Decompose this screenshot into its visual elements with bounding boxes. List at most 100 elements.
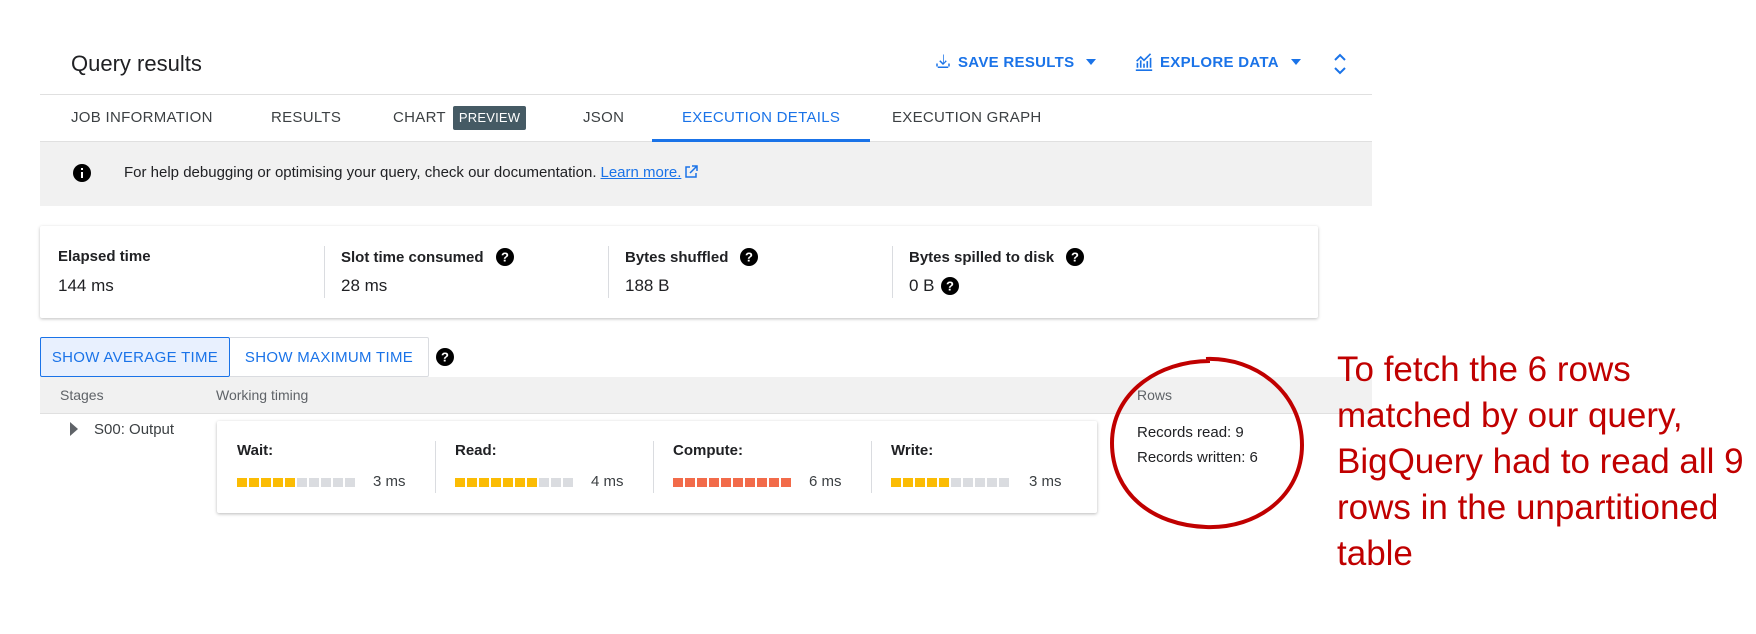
timing-bar-segment <box>345 478 355 487</box>
timing-bar-segment <box>515 478 525 487</box>
help-icon[interactable]: ? <box>940 277 959 295</box>
help-icon[interactable]: ? <box>740 248 759 266</box>
timing-bar-segment <box>733 478 743 487</box>
timing-bar-segment <box>903 478 913 487</box>
timing-bar-segment <box>673 478 683 487</box>
timing-bar-segment <box>249 478 259 487</box>
show-maximum-time-button[interactable]: SHOW MAXIMUM TIME <box>230 337 429 377</box>
stat-value: 144 ms <box>58 276 114 296</box>
tab-execution-graph[interactable]: EXECUTION GRAPH <box>892 95 1042 141</box>
timing-bar-segment <box>237 478 247 487</box>
timing-bar-segment <box>467 478 477 487</box>
execution-stats-card: Elapsed time 144 ms Slot time consumed ?… <box>40 226 1318 318</box>
tab-label: RESULTS <box>271 109 342 126</box>
timing-bar-segment <box>527 478 537 487</box>
timing-bar <box>237 478 355 487</box>
tab-results[interactable]: RESULTS <box>271 95 341 141</box>
help-icon[interactable]: ? <box>495 248 514 266</box>
help-icon[interactable]: ? <box>1066 248 1085 266</box>
column-header-stages: Stages <box>60 387 104 403</box>
timing-value: 6 ms <box>809 473 842 490</box>
svg-text:?: ? <box>1071 250 1079 265</box>
tab-json[interactable]: JSON <box>583 95 624 141</box>
timing-bar-segment <box>891 478 901 487</box>
timing-bar-segment <box>963 478 973 487</box>
annotation-circle <box>1109 356 1305 530</box>
stat-label-text: Bytes spilled to disk <box>909 248 1055 266</box>
stat-label: Elapsed time <box>58 248 151 265</box>
results-header: Query results SAVE RESULTS EXPLORE DATA <box>40 40 1372 94</box>
timing-bar-segment <box>273 478 283 487</box>
info-banner: For help debugging or optimising your qu… <box>40 142 1372 206</box>
timing-value: 3 ms <box>1029 473 1062 490</box>
timing-bar-segment <box>709 478 719 487</box>
tab-label: JOB INFORMATION <box>71 109 213 126</box>
timing-bar-segment <box>951 478 961 487</box>
timing-label: Wait: <box>237 442 274 459</box>
timing-bar-segment <box>975 478 985 487</box>
info-icon <box>73 164 91 182</box>
svg-text:?: ? <box>501 250 509 265</box>
help-icon[interactable]: ? <box>436 348 454 366</box>
timing-bar-segment <box>309 478 319 487</box>
timing-bar <box>455 478 573 487</box>
save-results-label: SAVE RESULTS <box>958 53 1075 71</box>
timing-bar-segment <box>915 478 925 487</box>
column-header-working-timing: Working timing <box>216 387 309 403</box>
download-icon <box>936 54 950 68</box>
timing-bar-segment <box>721 478 731 487</box>
stat-value-text: 144 ms <box>58 276 114 295</box>
timing-bar-segment <box>927 478 937 487</box>
stage-name: S00: Output <box>94 421 175 438</box>
timing-bar-segment <box>455 478 465 487</box>
expand-stage-icon[interactable] <box>70 422 78 436</box>
stat-label-text: Bytes shuffled <box>625 248 729 266</box>
tab-job-information[interactable]: JOB INFORMATION <box>71 95 213 141</box>
timing-bar-segment <box>551 478 561 487</box>
stat-label: Bytes shuffled ? <box>625 248 759 266</box>
svg-text:?: ? <box>441 350 449 365</box>
timing-bar <box>891 478 1009 487</box>
timing-bar-segment <box>781 478 791 487</box>
timing-write: Write: 3 ms <box>871 421 1097 513</box>
stat-value: 0 B ? <box>909 276 959 296</box>
stat-label-text: Slot time consumed <box>341 248 484 266</box>
stat-label: Slot time consumed ? <box>341 248 514 266</box>
stat-value-text: 188 B <box>625 276 670 295</box>
timing-bar-segment <box>491 478 501 487</box>
working-timing-card: Wait: 3 ms Read: 4 ms Compute: 6 ms Writ… <box>217 421 1097 513</box>
dropdown-caret-icon <box>1290 59 1301 65</box>
stat-label-text: Elapsed time <box>58 248 151 265</box>
save-results-button[interactable]: SAVE RESULTS <box>934 53 1097 71</box>
tab-execution-details[interactable]: EXECUTION DETAILS <box>651 95 871 142</box>
annotation-text: To fetch the 6 rows matched by our query… <box>1337 350 1744 573</box>
timing-bar-segment <box>563 478 573 487</box>
timing-bar-segment <box>261 478 271 487</box>
stat-value-text: 0 B <box>909 276 935 295</box>
timing-compute: Compute: 6 ms <box>653 421 871 513</box>
tab-chart[interactable]: CHART PREVIEW <box>393 95 527 141</box>
external-link-icon[interactable] <box>684 165 699 179</box>
stat-value-text: 28 ms <box>341 276 388 295</box>
learn-more-link[interactable]: Learn more. <box>601 164 682 181</box>
timing-label: Compute: <box>673 442 743 459</box>
timing-bar-segment <box>999 478 1009 487</box>
expand-collapse-icon[interactable] <box>1333 52 1347 81</box>
chart-icon <box>1135 53 1153 71</box>
show-average-time-button[interactable]: SHOW AVERAGE TIME <box>40 337 230 377</box>
stat-value: 188 B <box>625 276 669 296</box>
timing-bar-segment <box>757 478 767 487</box>
timing-label: Write: <box>891 442 934 459</box>
timing-value: 3 ms <box>373 473 406 490</box>
timing-label: Read: <box>455 442 497 459</box>
tab-label: EXECUTION DETAILS <box>682 109 841 126</box>
preview-badge: PREVIEW <box>452 106 527 131</box>
banner-text: For help debugging or optimising your qu… <box>124 164 597 181</box>
explore-data-button[interactable]: EXPLORE DATA <box>1134 53 1301 71</box>
timing-bar-segment <box>285 478 295 487</box>
tab-label: CHART <box>393 109 446 126</box>
timing-bar-segment <box>745 478 755 487</box>
timing-read: Read: 4 ms <box>435 421 653 513</box>
timing-bar-segment <box>697 478 707 487</box>
explore-data-label: EXPLORE DATA <box>1160 53 1279 71</box>
